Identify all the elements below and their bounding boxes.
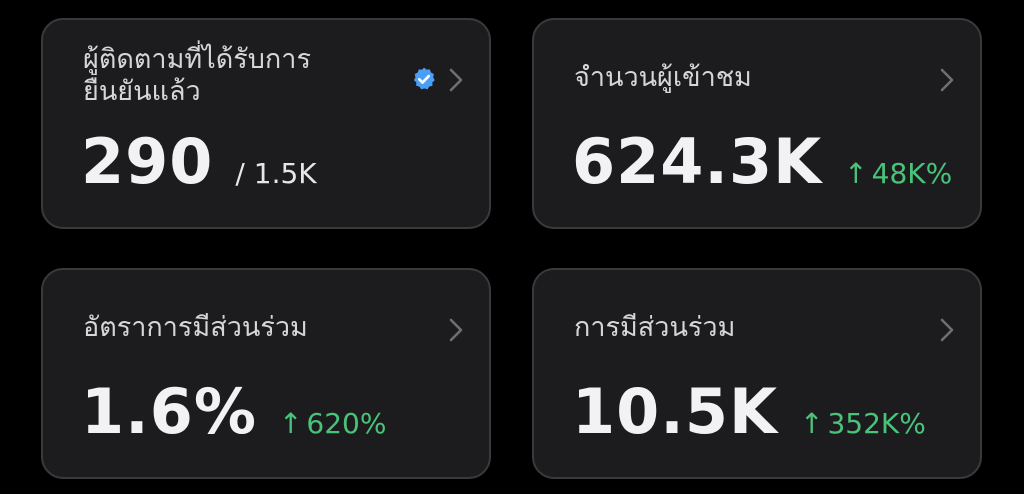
engagement-rate-card[interactable]: อัตราการมีส่วนร่วม 1.6% ↑ 620% [41,268,491,479]
card-title: การมีส่วนร่วม [574,312,736,343]
metric-delta: ↑ 620% [279,407,387,440]
metric-value: 290 [81,125,214,198]
metric-delta: ↑ 352K% [800,407,926,440]
metric-value: 1.6% [81,375,257,448]
value-row: 290 / 1.5K [81,126,317,198]
metric-value: 10.5K [572,375,779,448]
value-row: 1.6% ↑ 620% [81,376,386,448]
arrow-up-icon: ↑ [800,407,824,440]
delta-value: 620% [306,407,387,440]
metrics-grid: ผู้ติดตามที่ได้รับการ ยืนยันแล้ว 290 / 1… [0,0,1024,494]
arrow-up-icon: ↑ [278,407,303,440]
value-row: 10.5K ↑ 352K% [572,376,926,448]
viewers-card[interactable]: จำนวนผู้เข้าชม 624.3K ↑ 48K% [532,18,982,229]
metric-total: / 1.5K [235,157,317,190]
card-title: ผู้ติดตามที่ได้รับการ ยืนยันแล้ว [83,44,311,107]
chevron-right-icon [940,68,954,92]
chevron-right-icon [449,68,463,92]
delta-value: 352K% [827,407,926,440]
value-row: 624.3K ↑ 48K% [572,126,952,198]
verified-badge-icon [413,67,435,90]
verified-followers-card[interactable]: ผู้ติดตามที่ได้รับการ ยืนยันแล้ว 290 / 1… [41,18,491,229]
chevron-right-icon [940,318,954,342]
card-title: จำนวนผู้เข้าชม [574,62,752,93]
engagement-card[interactable]: การมีส่วนร่วม 10.5K ↑ 352K% [532,268,982,479]
metric-delta: ↑ 48K% [844,157,952,190]
delta-value: 48K% [871,157,953,190]
arrow-up-icon: ↑ [844,157,868,190]
chevron-right-icon [449,318,463,342]
card-title: อัตราการมีส่วนร่วม [83,312,308,343]
metric-value: 624.3K [572,125,823,198]
